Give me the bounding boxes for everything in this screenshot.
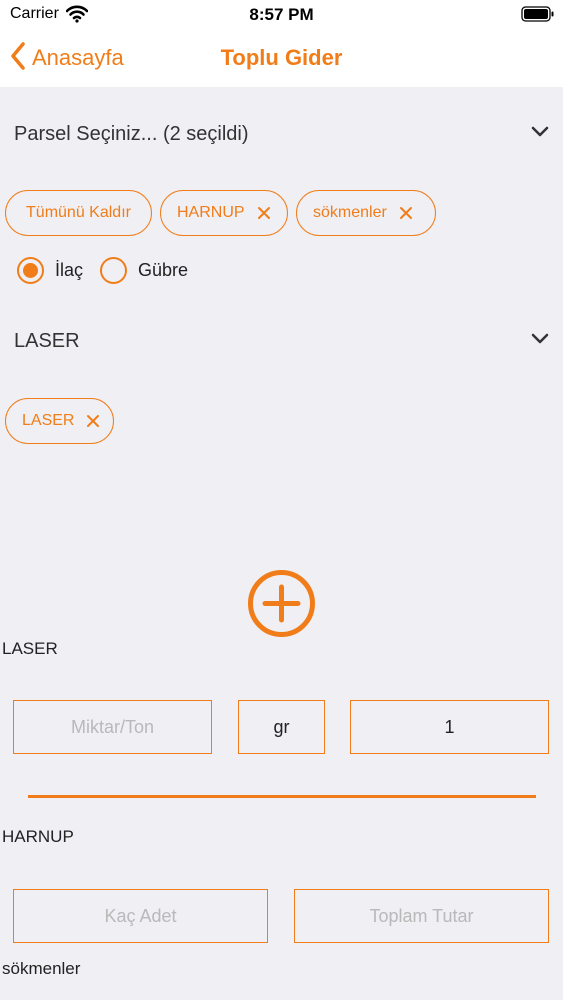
parcel-select-dropdown[interactable]: Parsel Seçiniz... (2 seçildi)	[14, 117, 549, 151]
status-bar: Carrier 8:57 PM	[0, 0, 563, 30]
product-select-label: LASER	[14, 329, 80, 352]
count-input[interactable]: 1	[350, 700, 549, 754]
radio-unselected-indicator	[100, 257, 127, 284]
radio-label: Gübre	[138, 260, 189, 280]
radio-ilac[interactable]: İlaç	[17, 257, 83, 284]
clock: 8:57 PM	[249, 5, 314, 24]
parcel-select-label: Parsel Seçiniz... (2 seçildi)	[14, 122, 249, 145]
back-button[interactable]: Anasayfa	[10, 41, 124, 75]
quantity-input[interactable]: Miktar/Ton	[13, 700, 212, 754]
close-icon[interactable]	[399, 206, 413, 220]
parcel-chip-harnup[interactable]: HARNUP	[160, 190, 288, 236]
radio-label: İlaç	[55, 260, 84, 280]
plus-circle-icon	[248, 570, 315, 637]
chevron-down-icon	[531, 332, 549, 350]
back-button-label: Anasayfa	[32, 45, 124, 70]
piece-count-input[interactable]: Kaç Adet	[13, 889, 268, 943]
section-title-laser: LASER	[2, 639, 58, 658]
chip-label: Tümünü Kaldır	[26, 204, 131, 221]
chip-label: HARNUP	[177, 204, 245, 221]
add-button[interactable]	[247, 569, 316, 638]
chip-label: LASER	[22, 412, 75, 429]
section-title-sokmenler: sökmenler	[2, 959, 81, 978]
section-divider	[28, 795, 536, 798]
radio-gubre[interactable]: Gübre	[100, 257, 188, 284]
chevron-down-icon	[531, 125, 549, 143]
product-chip-laser[interactable]: LASER	[5, 398, 114, 444]
close-icon[interactable]	[257, 206, 271, 220]
close-icon[interactable]	[86, 414, 100, 428]
battery-icon	[521, 6, 555, 22]
navigation-bar: Anasayfa Toplu Gider	[0, 30, 563, 87]
product-select-dropdown[interactable]: LASER	[14, 324, 549, 358]
unit-select[interactable]: gr	[238, 700, 325, 754]
radio-selected-indicator	[17, 257, 44, 284]
section-title-harnup: HARNUP	[2, 827, 74, 846]
chip-label: sökmenler	[313, 204, 387, 221]
remove-all-chip[interactable]: Tümünü Kaldır	[5, 190, 152, 236]
chevron-left-icon	[10, 41, 26, 75]
total-amount-input[interactable]: Toplam Tutar	[294, 889, 549, 943]
parcel-chip-sokmenler[interactable]: sökmenler	[296, 190, 436, 236]
